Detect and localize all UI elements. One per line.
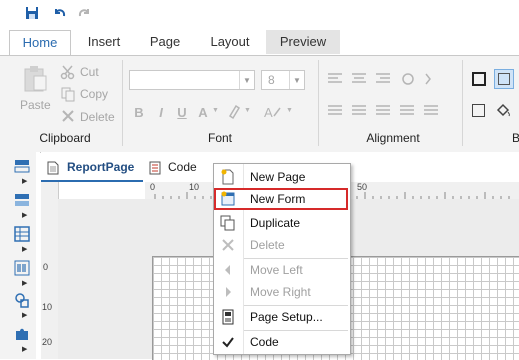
paste-icon[interactable] [20, 64, 50, 94]
chevron-down-icon[interactable]: ▼ [239, 71, 254, 89]
menu-item-label: Move Right [250, 285, 311, 299]
divider [122, 60, 123, 146]
move-left-icon [225, 265, 230, 275]
bold-icon[interactable]: B [132, 104, 146, 120]
menu-item-new-form[interactable]: New Form [214, 188, 348, 210]
divider [318, 60, 319, 146]
chevron-right-icon[interactable]: ▶ [22, 211, 27, 219]
ribbon: Paste Cut Copy Delete Clipboard ▼ 8 ▼ B … [0, 55, 519, 153]
menu-item-label: Move Left [250, 263, 303, 277]
tab-preview[interactable]: Preview [266, 30, 340, 54]
menu-item-move-right[interactable]: Move Right [214, 281, 350, 303]
checkmark-icon [222, 337, 234, 348]
underline-icon[interactable]: U [175, 104, 189, 120]
chevron-right-icon[interactable]: ▶ [22, 245, 27, 253]
menu-item-label: Code [250, 335, 279, 349]
report-page-icon [47, 161, 59, 175]
component-toolbox: ▶ ▶ ▶ ▶ ▶ ▶ [0, 152, 37, 359]
shadow-icon[interactable] [472, 104, 485, 117]
chevron-down-icon[interactable]: ▼ [289, 71, 304, 89]
italic-icon[interactable]: I [154, 104, 168, 120]
tab-report-page[interactable]: ReportPage [67, 160, 134, 174]
barcode-icon[interactable] [14, 260, 30, 276]
delete-icon [222, 239, 234, 251]
cut-icon [60, 64, 76, 80]
menu-item-new-page[interactable]: New Page [214, 166, 350, 188]
undo-icon[interactable] [50, 3, 70, 23]
chevron-down-icon[interactable]: ▼ [212, 107, 219, 114]
menu-item-page-setup[interactable]: Page Setup... [214, 306, 350, 328]
quick-access-toolbar [0, 0, 519, 26]
ruler-tick-label: 20 [42, 337, 53, 347]
tab-code[interactable]: Code [168, 160, 197, 174]
text-rotation-icon[interactable]: A [262, 102, 282, 122]
menu-item-label: Page Setup... [250, 310, 323, 324]
menu-item-move-left[interactable]: Move Left [214, 259, 350, 281]
menu-item-label: New Page [250, 170, 306, 184]
vertical-align-icons[interactable] [326, 102, 456, 120]
borders-group-label: B [512, 131, 519, 145]
divider [462, 60, 463, 146]
menu-item-label: Delete [250, 238, 285, 252]
copy-button[interactable]: Copy [80, 87, 108, 101]
menu-item-code[interactable]: Code [214, 331, 350, 353]
border-selected-icon[interactable] [494, 69, 514, 89]
ribbon-tab-bar: Home Insert Page Layout Preview [0, 26, 519, 56]
redo-icon[interactable] [74, 3, 94, 23]
copy-icon [60, 86, 76, 102]
font-color-icon[interactable]: A [196, 104, 210, 120]
alignment-group-label: Alignment [366, 131, 420, 145]
cut-button[interactable]: Cut [80, 65, 99, 79]
table-icon[interactable] [14, 226, 30, 242]
font-size-value: 8 [268, 73, 275, 87]
horizontal-align-icons[interactable] [326, 70, 436, 88]
puzzle-icon[interactable] [14, 326, 30, 342]
border-box-icon[interactable] [472, 72, 486, 86]
duplicate-icon [220, 215, 235, 231]
delete-x-icon [60, 108, 76, 124]
tab-page[interactable]: Page [139, 30, 191, 54]
shapes-icon[interactable] [14, 292, 30, 308]
chevron-right-icon[interactable]: ▶ [22, 311, 27, 319]
new-page-icon [221, 169, 234, 185]
toolbox-splitter[interactable] [36, 152, 40, 359]
highlight-icon[interactable] [226, 104, 242, 120]
tab-home[interactable]: Home [9, 30, 71, 56]
move-right-icon [226, 287, 231, 297]
ruler-tick-label: 10 [189, 182, 200, 192]
clipboard-group-label: Clipboard [39, 131, 91, 145]
tab-insert[interactable]: Insert [76, 30, 132, 54]
chevron-right-icon[interactable]: ▶ [22, 177, 27, 185]
page-setup-icon [222, 309, 234, 325]
ruler-tick-label: 50 [357, 182, 368, 192]
paste-button[interactable]: Paste [20, 98, 51, 112]
chevron-right-icon[interactable]: ▶ [22, 279, 27, 287]
delete-button[interactable]: Delete [80, 110, 115, 124]
data-band-icon[interactable] [14, 192, 30, 208]
tab-layout[interactable]: Layout [200, 30, 260, 54]
font-group-label: Font [207, 131, 232, 145]
ruler-tick-label: 0 [43, 262, 49, 272]
chevron-down-icon[interactable]: ▼ [244, 107, 251, 114]
menu-item-label: New Form [250, 192, 306, 206]
new-form-icon [221, 191, 235, 206]
svg-text:A: A [264, 105, 273, 120]
chevron-down-icon[interactable]: ▼ [286, 107, 293, 114]
chevron-right-icon[interactable]: ▶ [22, 345, 27, 353]
menu-item-delete[interactable]: Delete [214, 234, 350, 256]
ruler-tick-label: 10 [42, 302, 53, 312]
menu-item-label: Duplicate [250, 216, 301, 230]
font-size-combo[interactable]: 8 ▼ [261, 70, 305, 90]
fill-color-icon[interactable] [495, 102, 511, 118]
save-icon[interactable] [22, 3, 42, 23]
font-name-combo[interactable]: ▼ [129, 70, 255, 90]
vertical-ruler: 0 10 20 [41, 182, 59, 359]
code-file-icon [149, 161, 161, 175]
ruler-tick-label: 0 [150, 182, 156, 192]
context-menu: New Page New Form Duplicate Delete Move … [213, 163, 351, 355]
band-icon[interactable] [14, 158, 30, 174]
menu-item-duplicate[interactable]: Duplicate [214, 212, 350, 234]
